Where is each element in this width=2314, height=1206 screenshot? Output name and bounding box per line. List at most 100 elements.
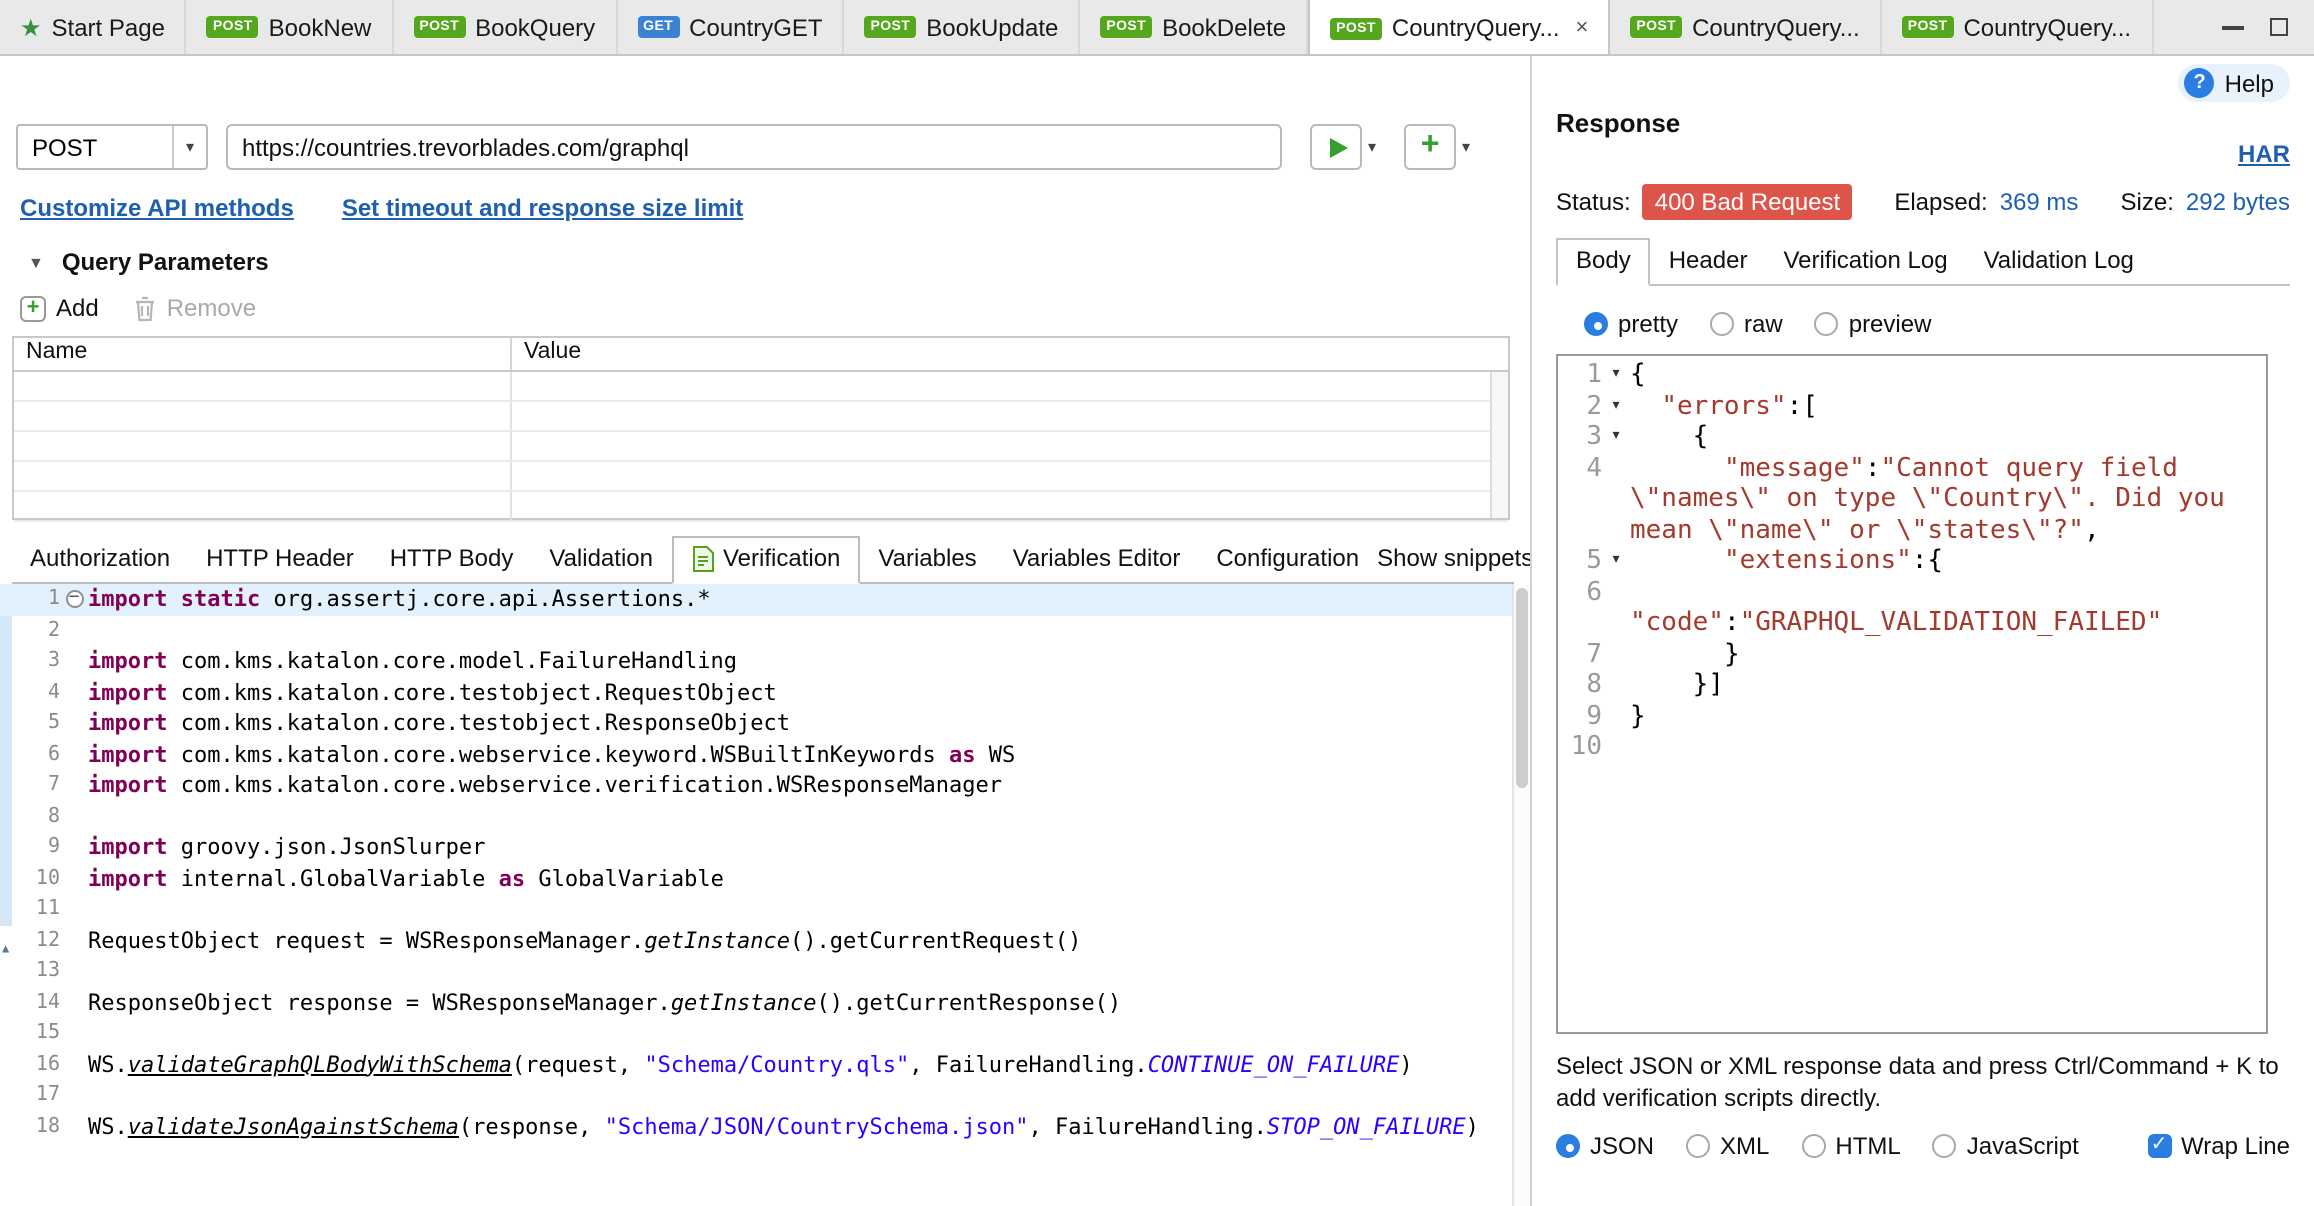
- main-content: POST ▾ ▾ + ▾ Customize API methods Set t…: [0, 56, 2314, 1206]
- radio-label: pretty: [1618, 310, 1678, 338]
- view-mode-raw-radio[interactable]: raw: [1710, 310, 1783, 338]
- radio-label: preview: [1849, 310, 1932, 338]
- maximize-window-icon[interactable]: [2270, 18, 2288, 36]
- tab-bookupdate[interactable]: POSTBookUpdate: [845, 0, 1081, 54]
- star-icon: ★: [20, 13, 42, 41]
- fold-toggle[interactable]: −: [60, 584, 88, 615]
- name-cell[interactable]: [14, 462, 512, 490]
- response-body-viewer[interactable]: 1▾{2▾ "errors":[3▾ {4 "message":"Cannot …: [1556, 354, 2268, 1034]
- tab-countryquery[interactable]: POSTCountryQuery...: [1610, 0, 1881, 54]
- send-options-chevron-icon[interactable]: ▾: [1368, 138, 1376, 156]
- language-radios: JSON XML HTML JavaScript ✓Wrap Line: [1556, 1132, 2290, 1160]
- tab-countryget[interactable]: GETCountryGET: [617, 0, 844, 54]
- tab-bookdelete[interactable]: POSTBookDelete: [1080, 0, 1308, 54]
- name-cell[interactable]: [14, 372, 512, 400]
- tab-verification[interactable]: Verification: [671, 536, 860, 584]
- tab-booknew[interactable]: POSTBookNew: [187, 0, 393, 54]
- tab-countryquery[interactable]: POSTCountryQuery...: [1882, 0, 2153, 54]
- set-timeout-link[interactable]: Set timeout and response size limit: [342, 194, 743, 222]
- response-line: 1▾{: [1558, 360, 2266, 391]
- wrap-line-checkbox[interactable]: ✓Wrap Line: [2147, 1132, 2290, 1160]
- send-request-button[interactable]: [1310, 124, 1362, 170]
- collapse-triangle-icon[interactable]: ▼: [28, 253, 44, 271]
- method-value: POST: [18, 126, 172, 168]
- language-xml-radio[interactable]: XML: [1686, 1132, 1769, 1160]
- radio-label: XML: [1720, 1132, 1769, 1160]
- collapse-fold-icon[interactable]: ▾: [1602, 546, 1630, 577]
- tab-verification-log[interactable]: Verification Log: [1765, 240, 1965, 284]
- query-parameters-title: Query Parameters: [62, 248, 269, 276]
- view-mode-pretty-radio[interactable]: pretty: [1584, 310, 1678, 338]
- tab-header[interactable]: Header: [1651, 240, 1766, 284]
- name-cell[interactable]: [14, 432, 512, 460]
- tab-label: Start Page: [52, 13, 165, 41]
- json-text: "extensions":{: [1630, 546, 2258, 577]
- add-parameter-button[interactable]: + Add: [20, 294, 99, 322]
- language-javascript-radio[interactable]: JavaScript: [1933, 1132, 2079, 1160]
- url-input[interactable]: [226, 124, 1282, 170]
- name-cell[interactable]: [14, 402, 512, 430]
- tab-countryquery[interactable]: POSTCountryQuery...×: [1308, 0, 1610, 54]
- editor-scrollbar[interactable]: [1512, 584, 1530, 1206]
- add-request-button[interactable]: +: [1404, 124, 1456, 170]
- plus-icon: +: [1421, 129, 1440, 161]
- collapse-fold-icon[interactable]: −: [65, 590, 83, 608]
- tab-variables-editor[interactable]: Variables Editor: [995, 538, 1199, 582]
- response-line: 5▾ "extensions":{: [1558, 546, 2266, 577]
- request-panel: POST ▾ ▾ + ▾ Customize API methods Set t…: [0, 56, 1530, 1206]
- value-cell[interactable]: [512, 372, 1508, 400]
- tab-http-header[interactable]: HTTP Header: [188, 538, 372, 582]
- show-snippets-link[interactable]: Show snippets: [1377, 544, 1530, 582]
- code-editor[interactable]: 1−import static org.assertj.core.api.Ass…: [0, 584, 1530, 1206]
- table-row[interactable]: [14, 432, 1508, 462]
- tab-bookquery[interactable]: POSTBookQuery: [393, 0, 617, 54]
- tab-validation[interactable]: Validation: [531, 538, 671, 582]
- remove-parameter-button[interactable]: Remove: [135, 294, 256, 322]
- language-html-radio[interactable]: HTML: [1801, 1132, 1900, 1160]
- line-number: 2: [1558, 391, 1602, 422]
- tab-variables[interactable]: Variables: [860, 538, 994, 582]
- tab-start-page[interactable]: ★ Start Page: [0, 0, 187, 54]
- code-text: import com.kms.katalon.core.model.Failur…: [88, 646, 737, 677]
- value-cell[interactable]: [512, 432, 1508, 460]
- tab-body[interactable]: Body: [1556, 238, 1651, 286]
- minimize-window-icon[interactable]: [2222, 25, 2244, 29]
- table-scrollbar[interactable]: [1490, 372, 1508, 518]
- value-cell[interactable]: [512, 462, 1508, 490]
- verification-hint: Select JSON or XML response data and pre…: [1556, 1052, 2290, 1114]
- table-row[interactable]: [14, 462, 1508, 492]
- query-parameters-actions: + Add Remove: [20, 294, 1514, 322]
- tab-label: Configuration: [1216, 544, 1359, 572]
- table-row[interactable]: [14, 372, 1508, 402]
- scrollbar-thumb[interactable]: [1516, 588, 1528, 788]
- code-line: 5import com.kms.katalon.core.testobject.…: [0, 708, 1530, 739]
- line-number: 10: [1558, 732, 1602, 763]
- radio-icon: [1710, 312, 1734, 336]
- code-line: 18WS.validateJsonAgainstSchema(response,…: [0, 1111, 1530, 1142]
- customize-api-methods-link[interactable]: Customize API methods: [20, 194, 294, 222]
- har-link[interactable]: HAR: [2238, 140, 2290, 168]
- tab-label: BookNew: [269, 13, 372, 41]
- tab-configuration[interactable]: Configuration: [1198, 538, 1377, 582]
- table-row[interactable]: [14, 492, 1508, 522]
- collapse-fold-icon[interactable]: ▾: [1602, 422, 1630, 453]
- tab-validation-log[interactable]: Validation Log: [1966, 240, 2152, 284]
- tab-http-body[interactable]: HTTP Body: [372, 538, 532, 582]
- collapse-fold-icon[interactable]: ▾: [1602, 391, 1630, 422]
- name-cell[interactable]: [14, 492, 512, 520]
- tab-authorization[interactable]: Authorization: [12, 538, 188, 582]
- response-line: 2▾ "errors":[: [1558, 391, 2266, 422]
- language-json-radio[interactable]: JSON: [1556, 1132, 1654, 1160]
- line-number: 17: [16, 1080, 60, 1111]
- add-options-chevron-icon[interactable]: ▾: [1462, 138, 1470, 156]
- method-dropdown[interactable]: POST ▾: [16, 124, 208, 170]
- view-mode-preview-radio[interactable]: preview: [1815, 310, 1932, 338]
- post-badge: POST: [865, 16, 917, 38]
- help-button[interactable]: ? Help: [2179, 64, 2290, 102]
- value-cell[interactable]: [512, 402, 1508, 430]
- close-tab-icon[interactable]: ×: [1576, 16, 1589, 40]
- table-row[interactable]: [14, 402, 1508, 432]
- value-cell[interactable]: [512, 492, 1508, 520]
- collapse-fold-icon[interactable]: ▾: [1602, 360, 1630, 391]
- line-number: 11: [16, 894, 60, 925]
